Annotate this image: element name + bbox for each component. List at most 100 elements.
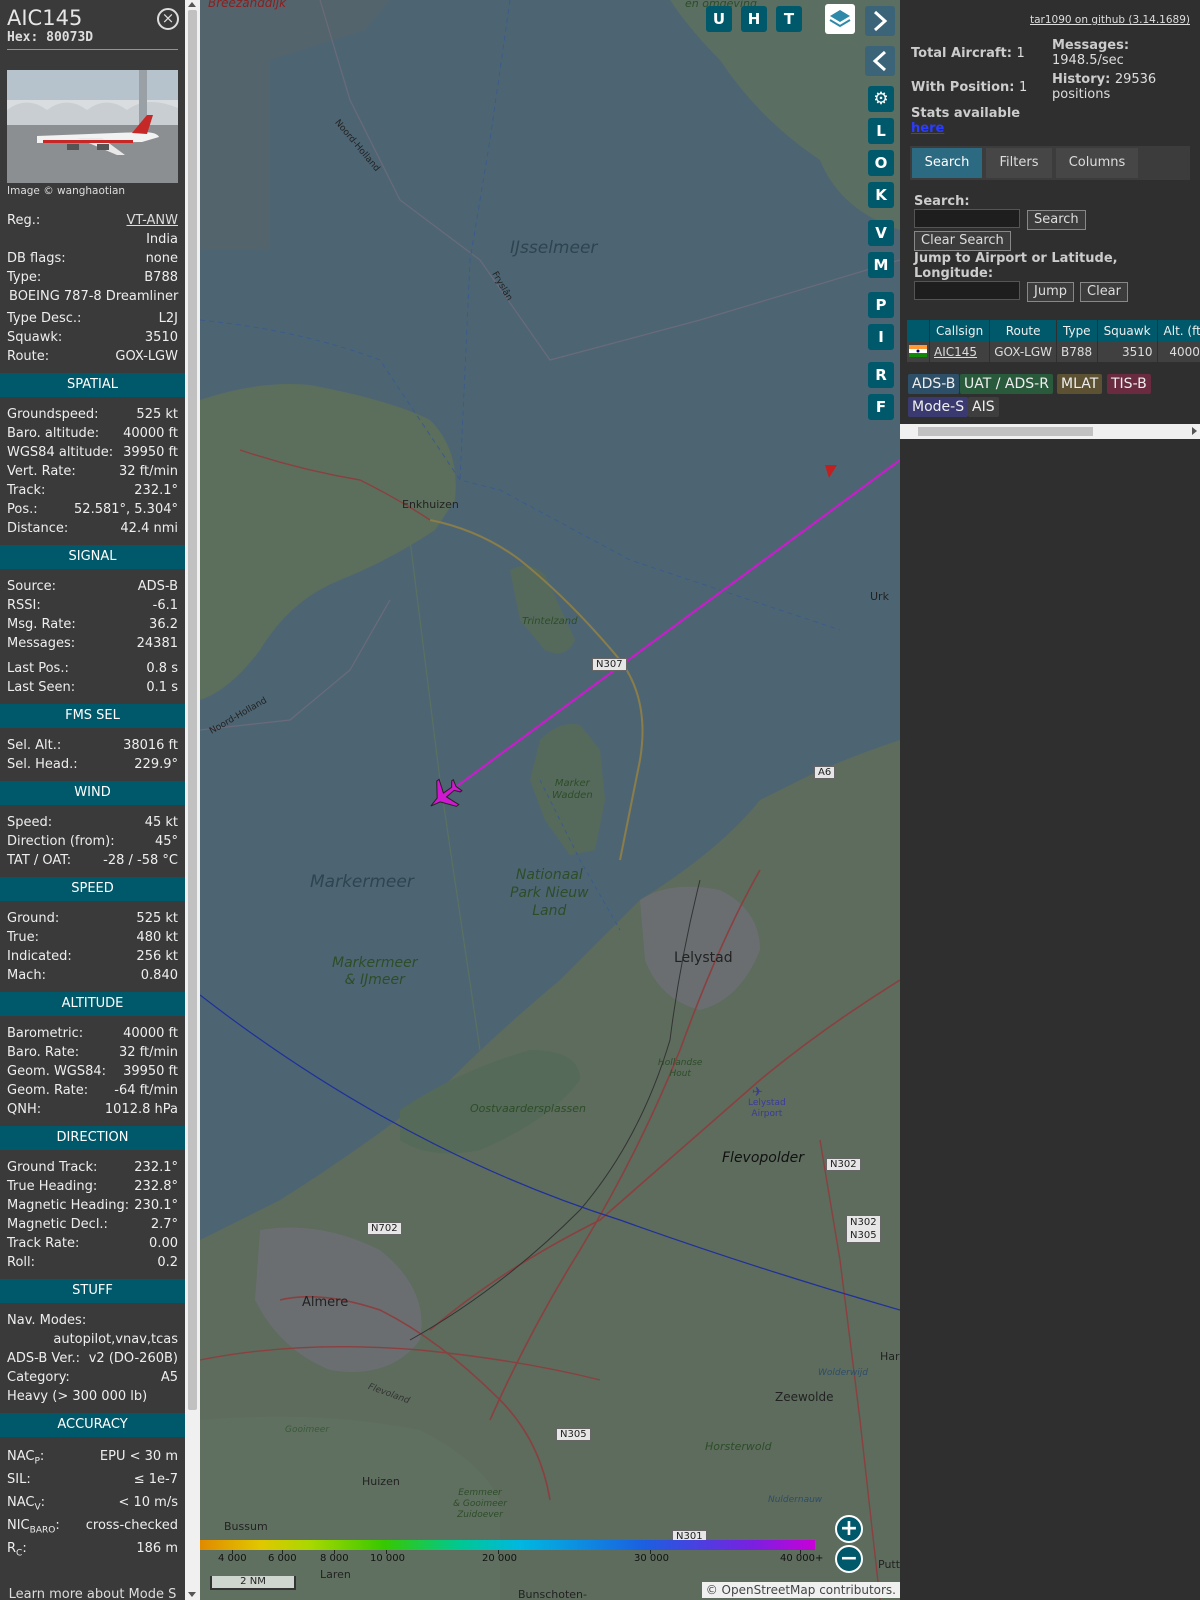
signal-value: 24381 bbox=[136, 636, 178, 651]
map-label-oostvaardersplassen: Oostvaardersplassen bbox=[470, 1102, 586, 1115]
attribution-link[interactable]: OpenStreetMap bbox=[722, 1583, 816, 1597]
column-header-type[interactable]: Type bbox=[1056, 320, 1098, 342]
info-panel-scroll-thumb[interactable] bbox=[188, 10, 197, 1410]
speed-row: Ground: 525 kt bbox=[0, 909, 185, 928]
direction-label: True Heading: bbox=[7, 1179, 98, 1194]
navmodes-label: Nav. Modes: bbox=[7, 1313, 87, 1328]
spatial-value: 52.581°, 5.304° bbox=[74, 502, 178, 517]
type-label: Type: bbox=[7, 270, 42, 285]
callsign-link[interactable]: AIC145 bbox=[934, 345, 977, 359]
jump-button[interactable]: Jump bbox=[1027, 282, 1074, 302]
column-header-flag[interactable] bbox=[907, 320, 930, 342]
colorbar-label: 10 000 bbox=[370, 1553, 405, 1564]
spatial-value: 39950 ft bbox=[123, 445, 178, 460]
squawk-row: Squawk: 3510 bbox=[0, 328, 185, 347]
side-button-k[interactable]: K bbox=[868, 182, 894, 208]
table-horizontal-scrollbar[interactable] bbox=[900, 424, 1200, 439]
table-scroll-thumb[interactable] bbox=[918, 427, 1093, 436]
signal-label: Last Seen: bbox=[7, 680, 76, 695]
total-aircraft: Total Aircraft: 1 bbox=[911, 46, 1025, 61]
column-header-route[interactable]: Route bbox=[989, 320, 1057, 342]
table-header-row: Callsign Route Type Squawk Alt. (ft) S bbox=[907, 320, 1200, 342]
adsbver-row: ADS-B Ver.: v2 (DO-260B) bbox=[0, 1349, 185, 1368]
legend-mlat[interactable]: MLAT bbox=[1057, 374, 1103, 394]
map-view[interactable]: IJsselmeer Markermeer Markermeer & IJmeer… bbox=[200, 0, 900, 1600]
table-row[interactable]: AIC145 GOX-LGW B788 3510 40000 bbox=[907, 342, 1200, 362]
layers-icon[interactable] bbox=[825, 4, 855, 34]
search-input[interactable] bbox=[914, 209, 1020, 228]
map-label-ijsselmeer: IJsselmeer bbox=[510, 238, 598, 258]
scroll-up-arrow-icon[interactable] bbox=[188, 2, 196, 7]
rc-label-sub: C bbox=[16, 1548, 23, 1559]
legend-tisb[interactable]: TIS-B bbox=[1107, 374, 1151, 394]
airport-icon: ✈ bbox=[752, 1085, 763, 1100]
map-label-eemmeer-1: Eemmeer bbox=[458, 1488, 502, 1498]
github-link[interactable]: tar1090 on github (3.14.1689) bbox=[1030, 14, 1190, 26]
spatial-row: WGS84 altitude: 39950 ft bbox=[0, 443, 185, 462]
country-value: India bbox=[146, 232, 178, 247]
legend-adsb[interactable]: ADS-B bbox=[908, 374, 960, 394]
map-label-zeewolde: Zeewolde bbox=[775, 1390, 834, 1404]
nacp-row: NACP: EPU < 30 m bbox=[0, 1445, 185, 1468]
nacv-label: NACV: bbox=[7, 1495, 46, 1513]
clear-search-button[interactable]: Clear Search bbox=[914, 231, 1011, 251]
tab-filters[interactable]: Filters bbox=[986, 148, 1052, 178]
legend-modes[interactable]: Mode-S bbox=[908, 397, 969, 417]
cell-callsign[interactable]: AIC145 bbox=[929, 342, 991, 362]
collapse-left-arrow-icon[interactable] bbox=[865, 46, 895, 76]
speed-label: True: bbox=[7, 930, 39, 945]
spatial-label: Pos.: bbox=[7, 502, 38, 517]
info-panel-scrollbar[interactable] bbox=[185, 0, 200, 1600]
side-button-f[interactable]: F bbox=[868, 394, 894, 420]
column-header-altitude[interactable]: Alt. (ft) bbox=[1157, 320, 1200, 342]
legend-ais[interactable]: AIS bbox=[968, 397, 999, 417]
map-label-lelystad-airport-2: Airport bbox=[751, 1109, 783, 1119]
column-header-squawk[interactable]: Squawk bbox=[1097, 320, 1158, 342]
side-button-o[interactable]: O bbox=[868, 150, 894, 176]
spatial-label: WGS84 altitude: bbox=[7, 445, 114, 460]
map-label-wolderwijd: Wolderwijd bbox=[818, 1368, 868, 1378]
nacv-label-sub: V bbox=[34, 1502, 41, 1513]
jump-input[interactable] bbox=[914, 281, 1020, 300]
close-icon[interactable]: × bbox=[157, 8, 179, 30]
tab-columns[interactable]: Columns bbox=[1056, 148, 1138, 178]
toolbar-button-u[interactable]: U bbox=[706, 6, 732, 32]
map-label-breezanddijk: Breezanddijk bbox=[208, 0, 287, 10]
aircraft-table: Callsign Route Type Squawk Alt. (ft) S A… bbox=[907, 320, 1200, 362]
map-attribution: © OpenStreetMap contributors. bbox=[701, 1582, 900, 1598]
clear-jump-button[interactable]: Clear bbox=[1080, 282, 1128, 302]
reg-link[interactable]: VT-ANW bbox=[126, 211, 178, 230]
toolbar-button-h[interactable]: H bbox=[741, 6, 767, 32]
expand-right-arrow-icon[interactable] bbox=[865, 6, 895, 36]
side-button-m[interactable]: M bbox=[868, 252, 894, 278]
nacv-value: < 10 m/s bbox=[118, 1495, 178, 1510]
legend-uat-adsr[interactable]: UAT / ADS-R bbox=[960, 374, 1053, 394]
zoom-out-button[interactable]: − bbox=[835, 1545, 863, 1573]
scroll-right-arrow-icon[interactable] bbox=[1192, 427, 1197, 435]
route-row: Route: GOX-LGW bbox=[0, 347, 185, 366]
map-label-putten: Putt bbox=[878, 1558, 900, 1571]
search-button[interactable]: Search bbox=[1027, 210, 1086, 230]
side-button-i[interactable]: I bbox=[868, 324, 894, 350]
sil-label: SIL: bbox=[7, 1472, 31, 1487]
stats-link[interactable]: here bbox=[911, 121, 944, 136]
section-accuracy: ACCURACY bbox=[0, 1413, 185, 1437]
map-label-trintelzand: Trintelzand bbox=[522, 616, 578, 627]
aircraft-photo[interactable] bbox=[7, 70, 178, 183]
toolbar-button-t[interactable]: T bbox=[776, 6, 802, 32]
spatial-row: Distance: 42.4 nmi bbox=[0, 519, 185, 538]
scroll-down-arrow-icon[interactable] bbox=[188, 1592, 196, 1597]
spatial-row: Vert. Rate: 32 ft/min bbox=[0, 462, 185, 481]
signal-label: RSSI: bbox=[7, 598, 41, 613]
gear-icon[interactable]: ⚙ bbox=[868, 86, 894, 112]
side-button-v[interactable]: V bbox=[868, 220, 894, 246]
side-button-p[interactable]: P bbox=[868, 292, 894, 318]
tab-search[interactable]: Search bbox=[912, 148, 982, 178]
column-header-callsign[interactable]: Callsign bbox=[929, 320, 991, 342]
map-label-bunschoten: Bunschoten- bbox=[518, 1588, 587, 1600]
side-button-r[interactable]: R bbox=[868, 362, 894, 388]
side-button-l[interactable]: L bbox=[868, 118, 894, 144]
zoom-in-button[interactable]: + bbox=[835, 1515, 863, 1543]
section-signal: SIGNAL bbox=[0, 545, 185, 569]
direction-value: 232.1° bbox=[134, 1160, 178, 1175]
